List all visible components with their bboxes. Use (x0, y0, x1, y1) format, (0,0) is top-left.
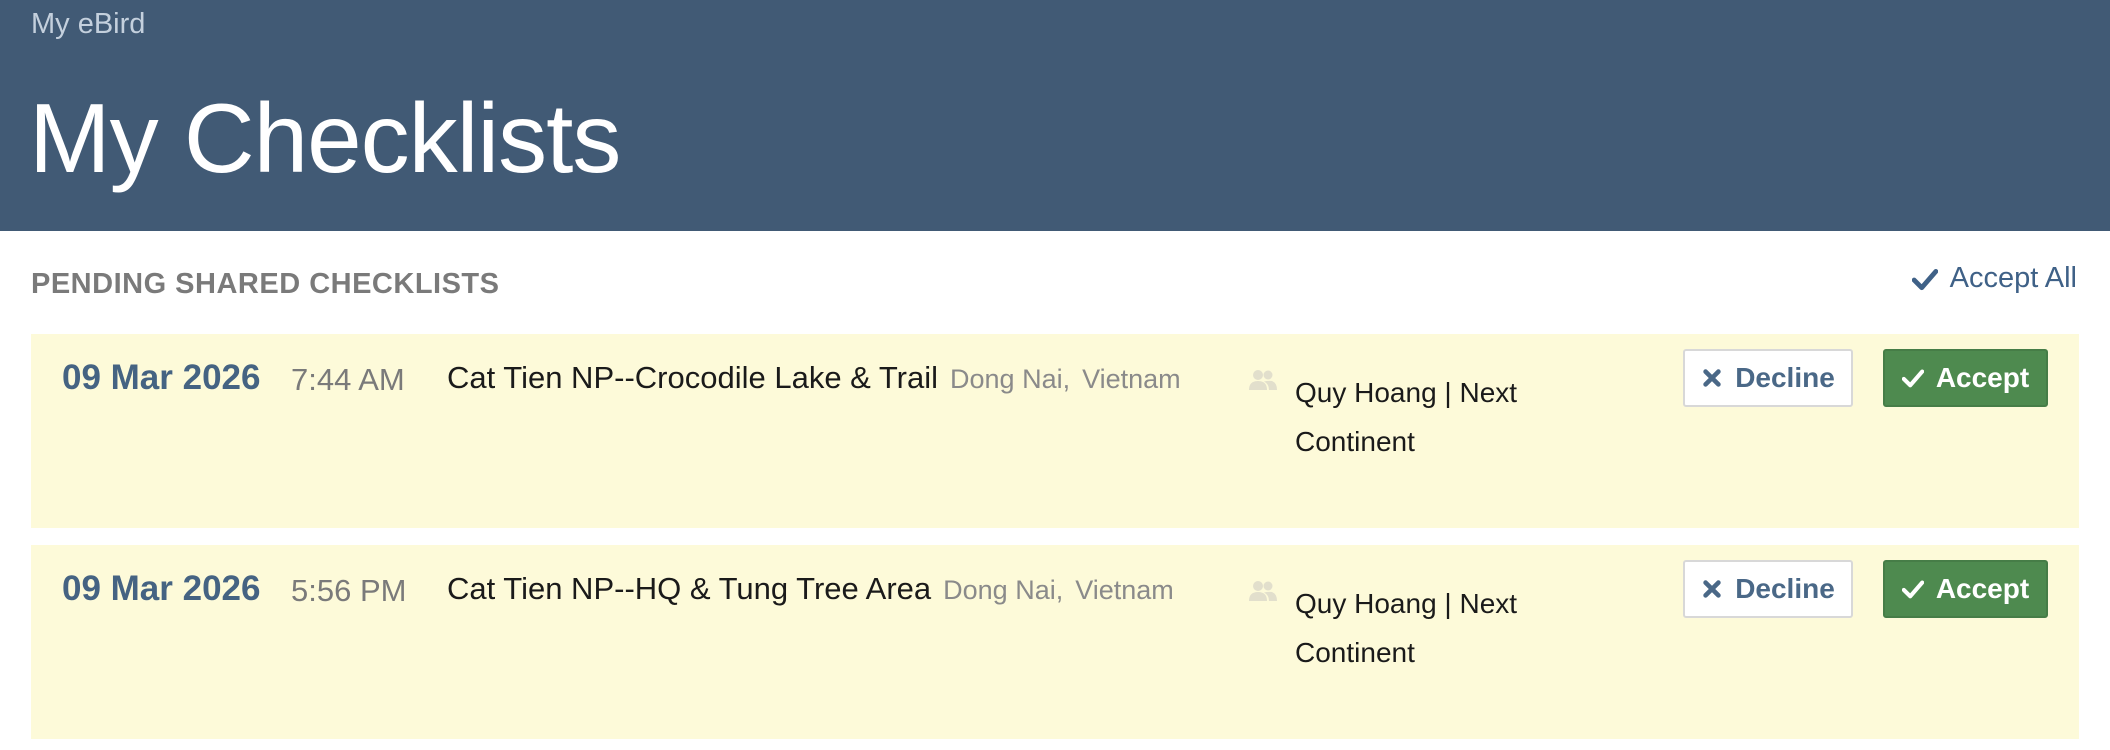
checklist-date: 09 Mar 2026 (62, 569, 261, 608)
accept-all-label: Accept All (1949, 262, 2077, 294)
accept-label: Accept (1935, 573, 2030, 604)
shared-by: Quy Hoang | Next Continent (1295, 377, 1518, 457)
decline-button[interactable]: Decline (1683, 349, 1853, 407)
checklist-location: Cat Tien NP--Crocodile Lake & Trail Dong … (447, 360, 1181, 396)
checklist-row: 09 Mar 2026 5:56 PM Cat Tien NP--HQ & Tu… (31, 545, 2079, 739)
x-icon (1703, 580, 1721, 598)
location-region: Dong Nai, (943, 575, 1064, 605)
location-country: Vietnam (1075, 575, 1174, 605)
checklist-location: Cat Tien NP--HQ & Tung Tree Area Dong Nai… (447, 571, 1174, 607)
accept-all-button[interactable]: Accept All (1911, 262, 2077, 295)
accept-button[interactable]: Accept (1883, 349, 2048, 407)
decline-label: Decline (1735, 573, 1835, 604)
x-icon (1703, 369, 1721, 387)
checkmark-icon (1901, 580, 1924, 599)
checkmark-icon (1911, 268, 1938, 290)
people-icon (1249, 370, 1277, 390)
section-title: PENDING SHARED CHECKLISTS (31, 268, 500, 300)
page-header: My eBird My Checklists (0, 0, 2110, 231)
decline-button[interactable]: Decline (1683, 560, 1853, 618)
location-link[interactable]: Cat Tien NP--HQ & Tung Tree Area (447, 571, 931, 606)
checklist-row: 09 Mar 2026 7:44 AM Cat Tien NP--Crocodi… (31, 334, 2079, 528)
breadcrumb-my-ebird[interactable]: My eBird (31, 8, 145, 41)
checklist-time: 7:44 AM (291, 362, 405, 397)
accept-label: Accept (1935, 362, 2030, 393)
checklist-date: 09 Mar 2026 (62, 358, 261, 397)
shared-by: Quy Hoang | Next Continent (1295, 588, 1518, 668)
page-title: My Checklists (29, 83, 621, 193)
location-region: Dong Nai, (950, 364, 1071, 394)
decline-label: Decline (1735, 362, 1835, 393)
people-icon (1249, 581, 1277, 601)
location-link[interactable]: Cat Tien NP--Crocodile Lake & Trail (447, 360, 938, 395)
accept-button[interactable]: Accept (1883, 560, 2048, 618)
checklist-time: 5:56 PM (291, 573, 407, 608)
location-country: Vietnam (1082, 364, 1181, 394)
checkmark-icon (1901, 369, 1924, 388)
